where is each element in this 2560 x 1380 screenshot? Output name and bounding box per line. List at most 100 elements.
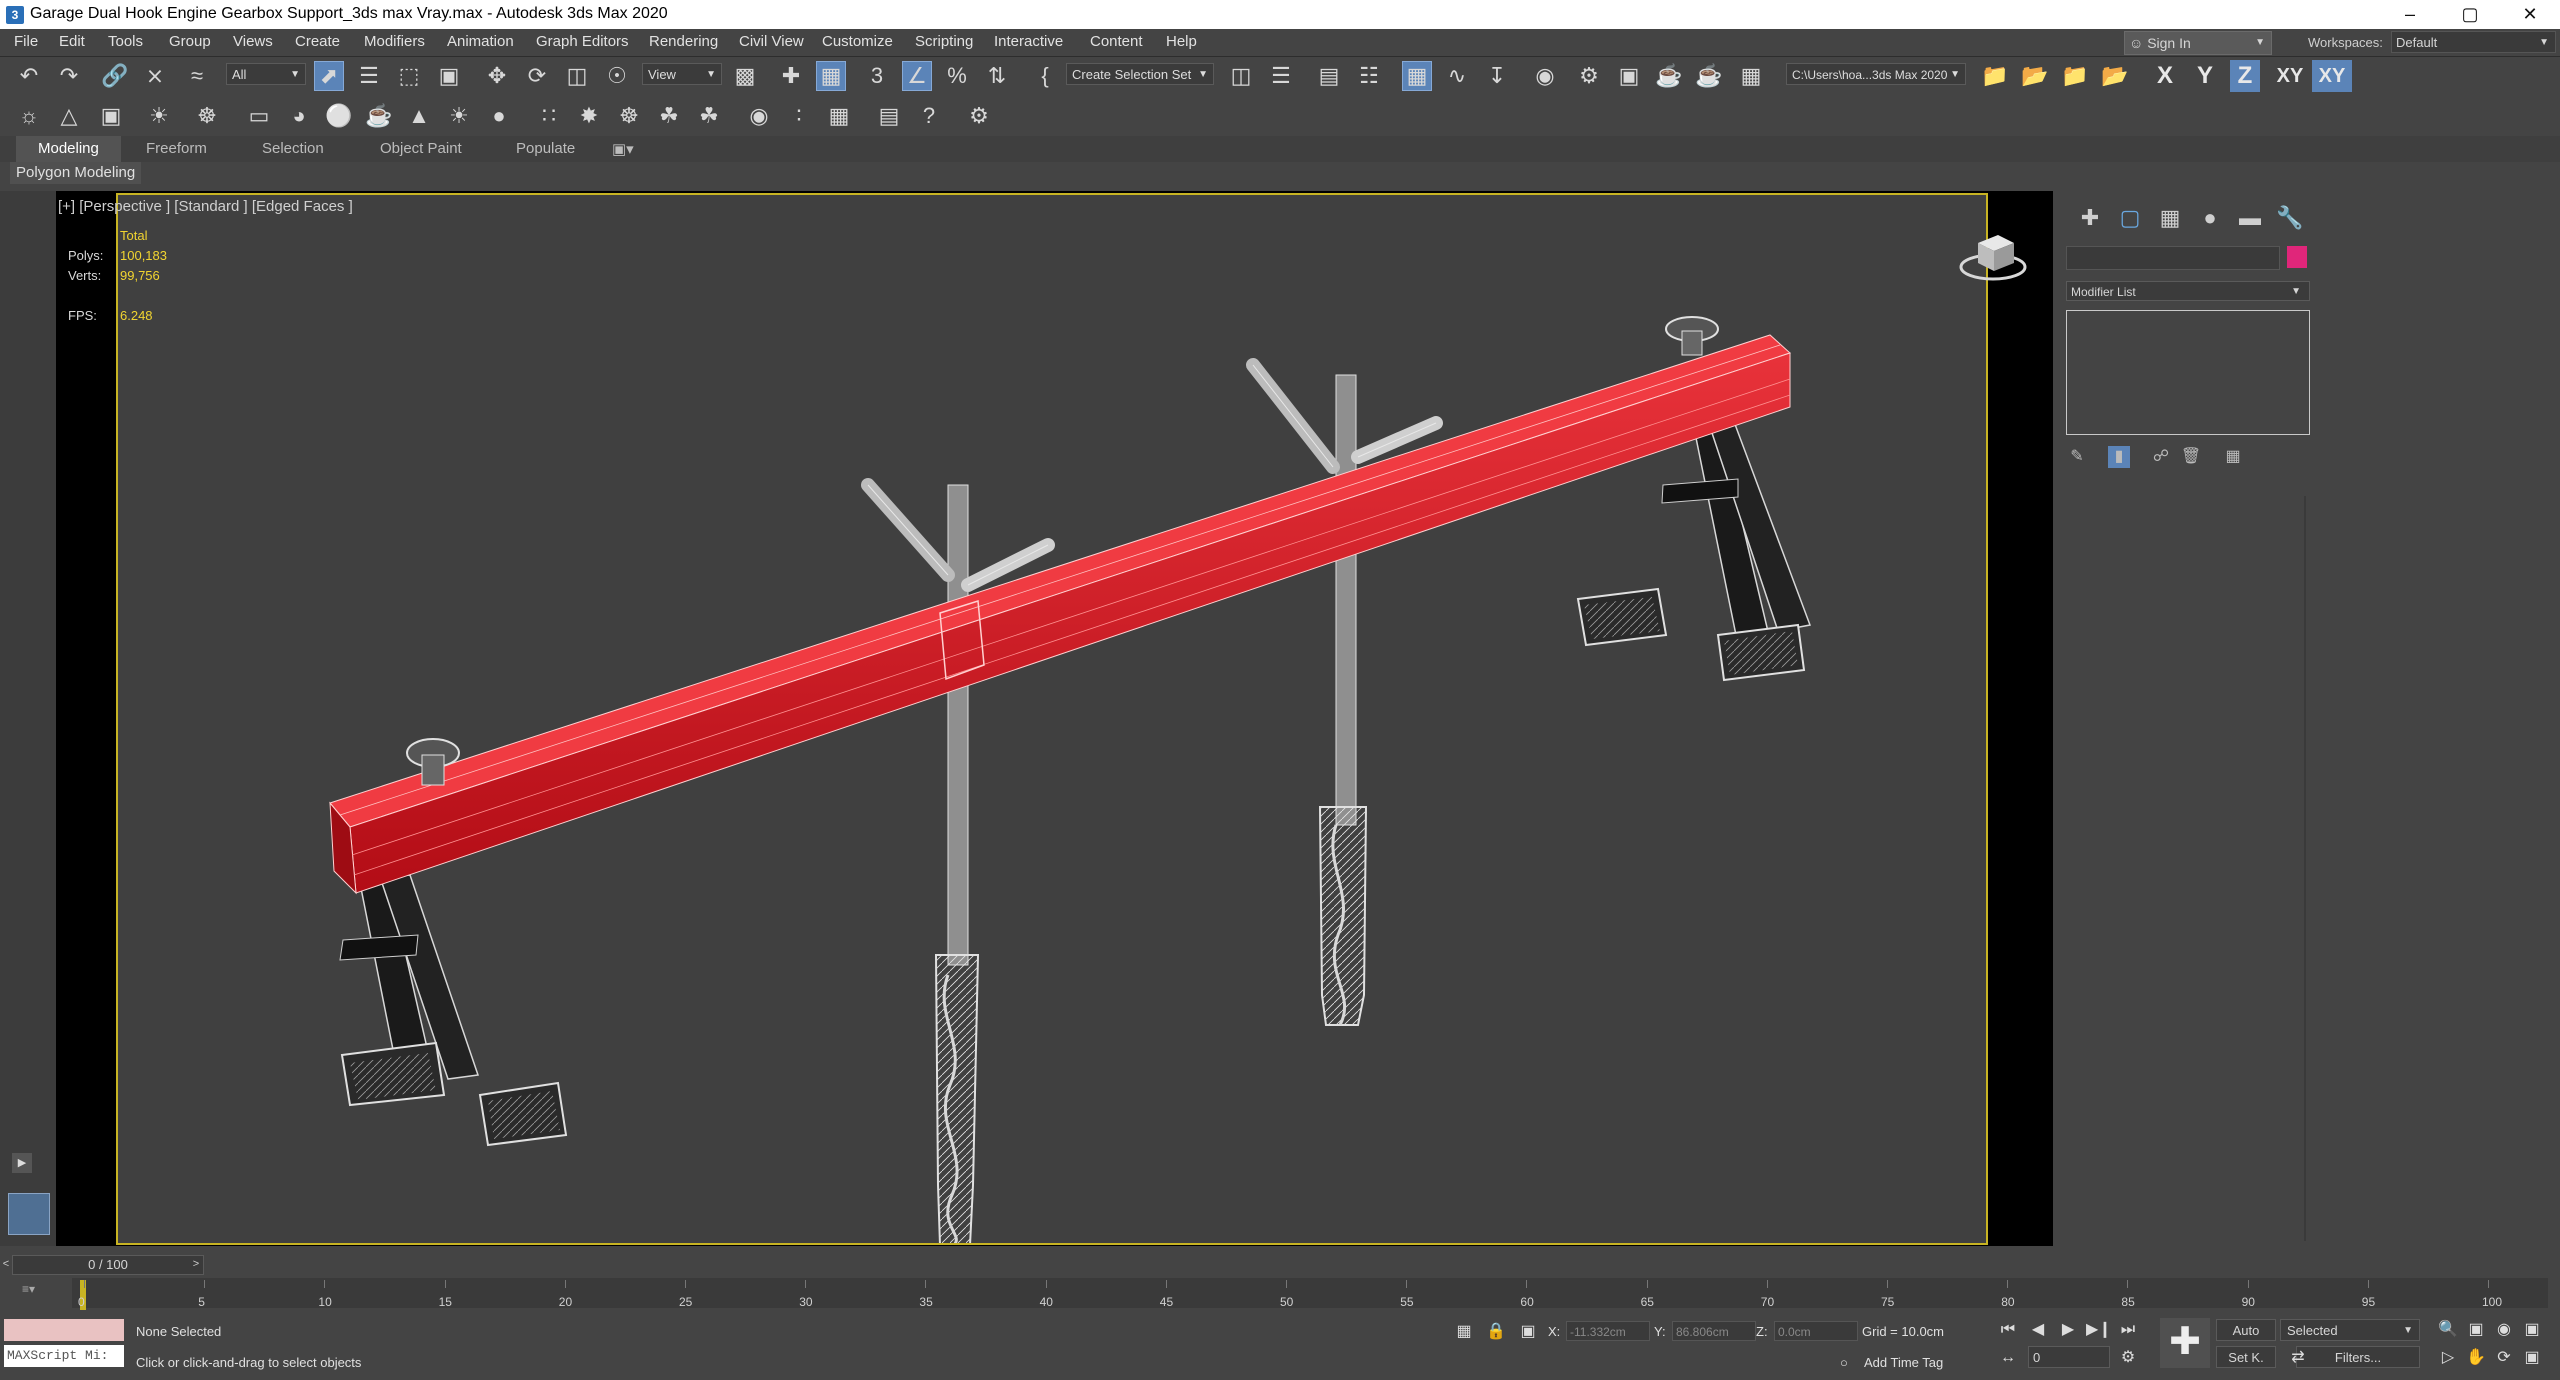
maximize-button[interactable]: ▢ [2440,0,2500,29]
redo-icon[interactable]: ↷ [54,61,84,91]
spinner-snap-icon[interactable]: ⇅ [982,61,1012,91]
panel-scrollbar[interactable] [2304,496,2306,1241]
select-by-name-icon[interactable]: ☰ [354,61,384,91]
select-manipulate-icon[interactable]: ✚ [776,61,806,91]
move-icon[interactable]: ✥ [482,61,512,91]
teapot-primitive-icon[interactable]: ☕ [364,101,394,131]
light-lister-icon[interactable]: ☀ [144,101,174,131]
cone-light-icon[interactable]: ▲ [404,101,434,131]
motion-icon[interactable]: ● [2196,204,2224,232]
viewcube-icon[interactable] [1958,225,2027,285]
key-mode-icon[interactable]: ↔ [1996,1346,2020,1370]
set-key-icon[interactable]: ✚ [2160,1318,2210,1368]
utilities-icon[interactable]: 🔧 [2276,204,2304,232]
display-icon[interactable]: ▬ [2236,204,2264,232]
axis-constraint-z[interactable]: Z [2230,60,2260,92]
settings-icon[interactable]: ⚙ [964,101,994,131]
omni-light-icon[interactable]: ● [484,101,514,131]
key-mode-toggle-icon[interactable]: ⇄ [2286,1346,2310,1370]
close-button[interactable]: ✕ [2500,0,2560,29]
material-editor-icon[interactable]: ◉ [1530,61,1560,91]
align-icon[interactable]: ☰ [1266,61,1296,91]
menu-views[interactable]: Views [233,33,273,50]
remove-modifier-icon[interactable]: 🗑 [2180,446,2202,468]
current-frame-field[interactable]: 0 [2028,1346,2110,1368]
pivot-center-icon[interactable]: ▩ [730,61,760,91]
left-stand[interactable] [339,872,568,1147]
menu-rendering[interactable]: Rendering [649,33,718,50]
add-time-tag[interactable]: Add Time Tag [1864,1355,1943,1370]
expand-layout-icon[interactable]: ▶ [12,1153,32,1173]
material-sphere-icon[interactable]: ◉ [744,101,774,131]
snaps-toggle-icon[interactable]: 3 [862,61,892,91]
next-frame-icon[interactable]: ▶❙ [2086,1318,2112,1342]
axis-constraint-x[interactable]: X [2150,60,2180,92]
object-name-field[interactable] [2066,246,2280,270]
make-unique-icon[interactable]: ☍ [2150,446,2172,468]
zoom-extents-icon[interactable]: ◉ [2492,1318,2516,1342]
pan-icon[interactable]: ✋ [2464,1346,2488,1370]
cloth-icon[interactable]: △ [54,101,84,131]
viewport-render-icon[interactable]: ▣ [96,101,126,131]
y-coordinate-field[interactable]: 86.806cm [1672,1321,1756,1341]
absolute-mode-icon[interactable]: ▣ [1516,1320,1540,1344]
red-beam[interactable] [329,334,1791,895]
rendered-frame-window-icon[interactable]: ▣ [1614,61,1644,91]
help-icon[interactable]: ? [914,101,944,131]
menu-civil-view[interactable]: Civil View [739,33,804,50]
tab-selection[interactable]: Selection [262,140,324,157]
viewport-label-menu[interactable]: [+] [Perspective ] [Standard ] [Edged Fa… [58,198,353,215]
menu-tools[interactable]: Tools [108,33,143,50]
menu-scripting[interactable]: Scripting [915,33,973,50]
particle-flow-icon[interactable]: ∷ [534,101,564,131]
mirror-icon[interactable]: ◫ [1226,61,1256,91]
selection-lock-icon[interactable]: 🔒 [1484,1320,1508,1344]
curve-editor-icon[interactable]: ∿ [1442,61,1472,91]
place-icon[interactable]: ☉ [602,61,632,91]
sign-in-button[interactable]: ☺ Sign In ▼ [2124,31,2272,55]
undo-icon[interactable]: ↶ [14,61,44,91]
dome-primitive-icon[interactable]: ◕ [284,101,314,131]
foliage-icon[interactable]: ☘ [694,101,724,131]
render-production-icon[interactable]: ☕ [1654,61,1684,91]
menu-graph-editors[interactable]: Graph Editors [536,33,629,50]
select-object-icon[interactable]: ⬈ [314,61,344,91]
previous-frame-icon[interactable]: ◀ [2026,1318,2050,1342]
keyboard-shortcut-override-icon[interactable]: ▦ [816,61,846,91]
time-slider-next-icon[interactable]: > [188,1253,204,1275]
sun-light-icon[interactable]: ☀ [444,101,474,131]
minimize-button[interactable]: – [2380,0,2440,29]
toggle-ribbon-icon[interactable]: ▦ [1402,61,1432,91]
reference-coordinate-dropdown[interactable]: View ▼ [642,63,722,85]
workspaces-dropdown[interactable]: Default ▼ [2391,31,2556,53]
plane-primitive-icon[interactable]: ▭ [244,101,274,131]
fur-icon[interactable]: ☘ [654,101,684,131]
viewport-layout-tab[interactable] [8,1193,50,1235]
bind-space-warp-icon[interactable]: ≈ [182,61,212,91]
tab-freeform[interactable]: Freeform [146,140,207,157]
isolate-selection-icon[interactable]: ▦ [1452,1320,1476,1344]
selection-filter-dropdown[interactable]: All ▼ [226,63,306,85]
configure-modifier-sets-icon[interactable]: ▦ [2222,446,2244,468]
orbit-icon[interactable]: ⟳ [2492,1346,2516,1370]
time-configuration-icon[interactable]: ⚙ [2116,1346,2140,1370]
edit-named-selection-icon[interactable]: { [1030,61,1060,91]
axis-constraint-y[interactable]: Y [2190,60,2220,92]
modify-icon[interactable]: ▢ [2116,204,2144,232]
toggle-layer-explorer-icon[interactable]: ☷ [1354,61,1384,91]
menu-file[interactable]: File [14,33,38,50]
unwrap-icon[interactable]: ☸ [192,101,222,131]
create-mode-icon[interactable]: ☼ [14,101,44,131]
object-color-swatch[interactable] [2287,246,2307,268]
fracture-icon[interactable]: ✸ [574,101,604,131]
zoom-icon[interactable]: 🔍 [2436,1318,2460,1342]
create-icon[interactable]: ✚ [2076,204,2104,232]
menu-help[interactable]: Help [1166,33,1197,50]
modifier-stack[interactable] [2066,310,2310,435]
go-to-start-icon[interactable]: ⏮ [1996,1318,2020,1342]
scale-icon[interactable]: ◫ [562,61,592,91]
project-folder-dropdown[interactable]: C:\Users\hoa...3ds Max 2020 ▼ [1786,63,1966,85]
menu-interactive[interactable]: Interactive [994,33,1063,50]
menu-content[interactable]: Content [1090,33,1143,50]
add-time-tag-icon[interactable]: ○ [1840,1355,1848,1370]
